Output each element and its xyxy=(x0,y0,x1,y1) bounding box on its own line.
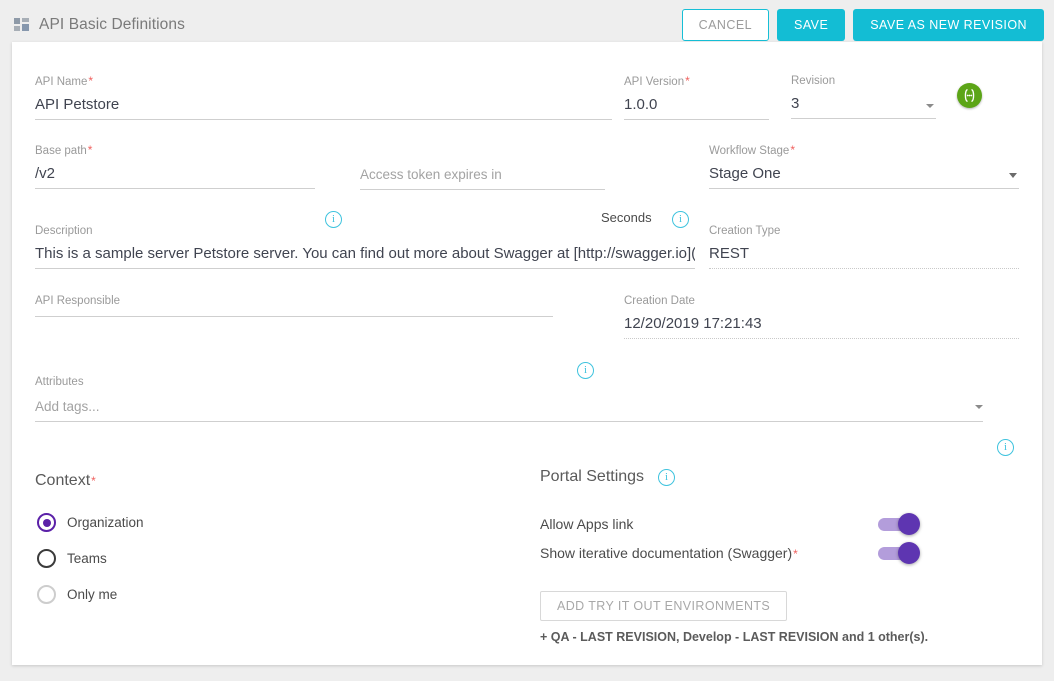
api-name-value[interactable]: API Petstore xyxy=(35,89,612,116)
chevron-down-icon[interactable] xyxy=(926,104,934,108)
cancel-button[interactable]: CANCEL xyxy=(682,9,769,41)
required-marker: * xyxy=(91,474,96,488)
revision-label: Revision xyxy=(791,75,936,88)
revision-select[interactable]: Revision 3 xyxy=(791,75,936,119)
api-responsible-value[interactable] xyxy=(35,308,553,313)
attributes-placeholder[interactable]: Add tags... xyxy=(35,389,983,418)
workflow-stage-underline xyxy=(709,188,1019,189)
base-path-field[interactable]: Base path* /v2 xyxy=(35,144,315,189)
base-path-underline xyxy=(35,188,315,189)
toggle-thumb xyxy=(898,513,920,535)
access-token-underline xyxy=(360,189,605,190)
context-option-label: Organization xyxy=(67,515,144,530)
description-value[interactable]: This is a sample server Petstore server.… xyxy=(35,238,695,265)
api-responsible-underline xyxy=(35,316,553,317)
description-label: Description xyxy=(35,225,695,238)
portal-settings-info-icon[interactable]: i xyxy=(658,469,675,486)
context-option-organization[interactable]: Organization xyxy=(37,513,144,532)
radio-icon[interactable] xyxy=(37,549,56,568)
access-token-placeholder[interactable]: Access token expires in xyxy=(360,157,605,186)
chevron-down-icon[interactable] xyxy=(1009,173,1017,178)
context-option-label: Only me xyxy=(67,587,117,602)
attributes-field[interactable]: Attributes Add tags... xyxy=(35,376,983,422)
context-option-only-me[interactable]: Only me xyxy=(37,585,117,604)
revision-value[interactable]: 3 xyxy=(791,88,936,115)
required-marker: * xyxy=(685,74,690,88)
api-definitions-card: API Name* API Petstore API Version* 1.0.… xyxy=(12,42,1042,665)
allow-apps-link-toggle[interactable] xyxy=(878,513,926,535)
api-responsible-field[interactable]: API Responsible xyxy=(35,295,553,317)
revision-underline xyxy=(791,118,936,119)
creation-date-field: Creation Date 12/20/2019 17:21:43 xyxy=(624,295,1019,339)
portal-settings-title: Portal Settings xyxy=(540,468,644,486)
api-version-underline xyxy=(624,119,769,120)
api-version-field[interactable]: API Version* 1.0.0 xyxy=(624,75,769,120)
creation-date-label: Creation Date xyxy=(624,295,1019,308)
context-section-title: Context* xyxy=(35,472,96,490)
base-path-label: Base path* xyxy=(35,144,315,158)
creation-type-underline xyxy=(709,268,1019,269)
workflow-stage-label: Workflow Stage* xyxy=(709,144,1019,158)
header-actions: CANCEL SAVE SAVE AS NEW REVISION xyxy=(682,9,1044,41)
attributes-label: Attributes xyxy=(35,376,983,389)
access-token-unit-label: Seconds xyxy=(601,210,652,225)
api-version-label: API Version* xyxy=(624,75,769,89)
required-marker: * xyxy=(790,143,795,157)
creation-type-label: Creation Type xyxy=(709,225,1019,238)
save-as-new-revision-button[interactable]: SAVE AS NEW REVISION xyxy=(853,9,1044,41)
radio-icon[interactable] xyxy=(37,513,56,532)
api-version-value[interactable]: 1.0.0 xyxy=(624,89,769,116)
description-field[interactable]: Description This is a sample server Pets… xyxy=(35,225,695,269)
creation-date-underline xyxy=(624,338,1019,339)
description-underline xyxy=(35,268,695,269)
api-name-underline xyxy=(35,119,612,120)
creation-type-value: REST xyxy=(709,238,1019,265)
page-title: API Basic Definitions xyxy=(39,16,185,34)
allow-apps-link-label: Allow Apps link xyxy=(540,516,633,532)
api-brackets-icon xyxy=(957,83,982,108)
required-marker: * xyxy=(88,74,93,88)
grid-icon xyxy=(14,18,30,32)
add-try-it-out-environments-button[interactable]: ADD TRY IT OUT ENVIRONMENTS xyxy=(540,591,787,621)
attributes-underline xyxy=(35,421,983,422)
show-swagger-docs-toggle[interactable] xyxy=(878,542,926,564)
context-option-label: Teams xyxy=(67,551,107,566)
toggle-thumb xyxy=(898,542,920,564)
radio-icon[interactable] xyxy=(37,585,56,604)
required-marker: * xyxy=(793,547,798,561)
attributes-info-icon[interactable]: i xyxy=(997,439,1014,456)
creation-date-value: 12/20/2019 17:21:43 xyxy=(624,308,1019,335)
page-title-group: API Basic Definitions xyxy=(14,16,185,34)
base-path-value[interactable]: /v2 xyxy=(35,158,315,185)
chevron-down-icon[interactable] xyxy=(975,405,983,409)
environments-note: + QA - LAST REVISION, Develop - LAST REV… xyxy=(540,630,928,644)
api-responsible-label: API Responsible xyxy=(35,295,553,308)
api-name-label: API Name* xyxy=(35,75,612,89)
api-name-field[interactable]: API Name* API Petstore xyxy=(35,75,612,120)
context-option-teams[interactable]: Teams xyxy=(37,549,107,568)
creation-type-field: Creation Type REST xyxy=(709,225,1019,269)
api-basic-definitions-form: API Name* API Petstore API Version* 1.0.… xyxy=(12,42,1042,665)
workflow-stage-value[interactable]: Stage One xyxy=(709,158,1019,185)
access-token-expires-field[interactable]: Access token expires in xyxy=(360,144,605,190)
save-button[interactable]: SAVE xyxy=(777,9,845,41)
workflow-stage-select[interactable]: Workflow Stage* Stage One xyxy=(709,144,1019,189)
required-marker: * xyxy=(88,143,93,157)
show-swagger-docs-label: Show iterative documentation (Swagger)* xyxy=(540,545,798,561)
access-token-label xyxy=(360,144,605,157)
